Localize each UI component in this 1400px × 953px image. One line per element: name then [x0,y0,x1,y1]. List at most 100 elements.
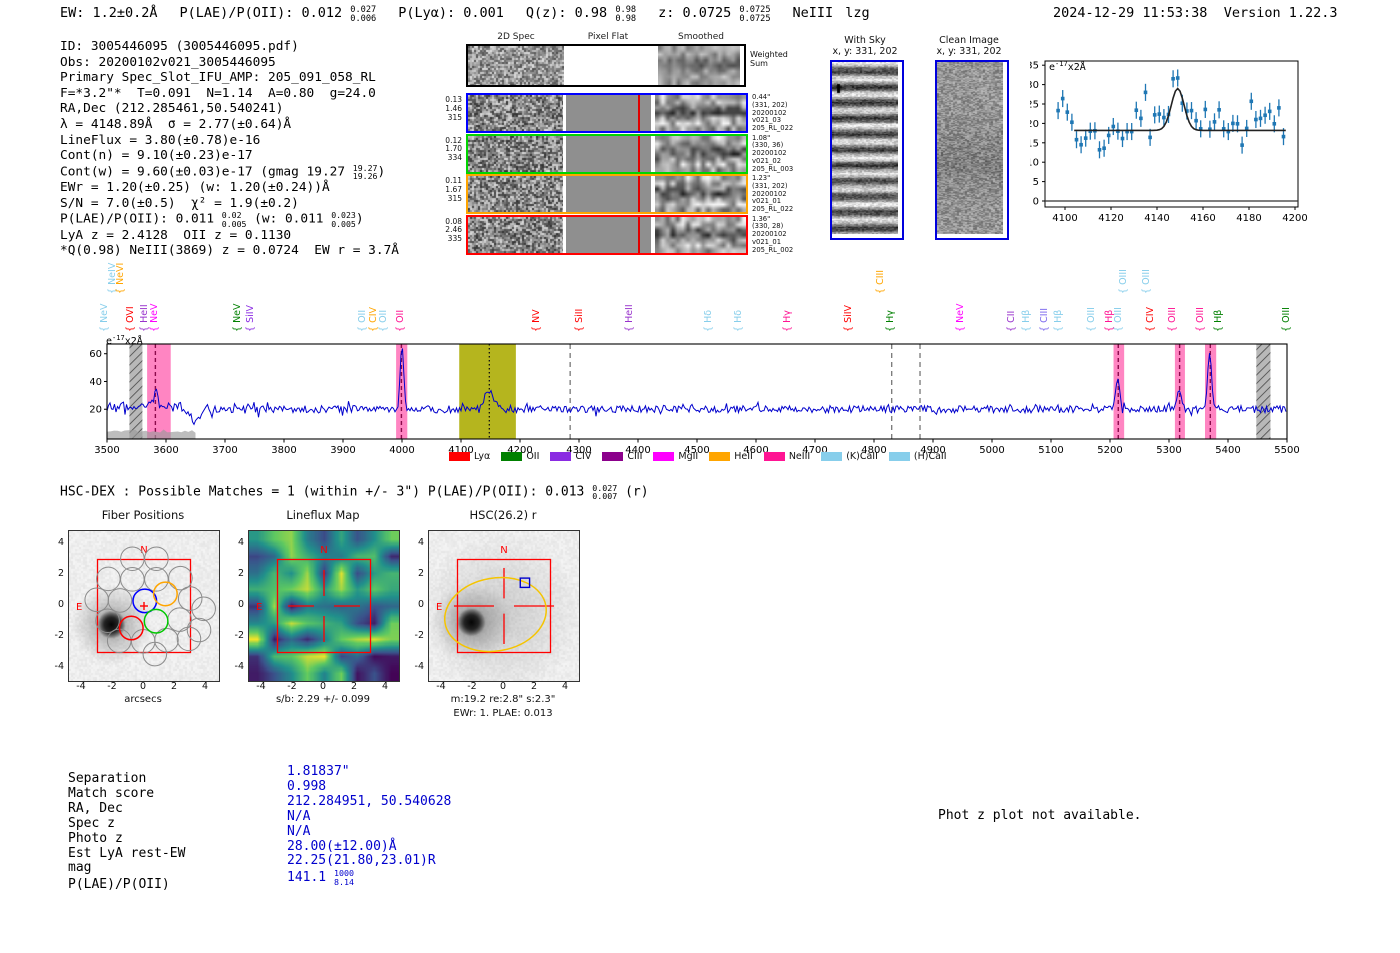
legend-item: NeIII [764,451,810,462]
cutout-xtick: -4 [253,681,269,692]
svg-text:5: 5 [1033,177,1039,188]
cutout-ytick: 4 [46,537,64,548]
legend-label: CIII [627,451,642,462]
legend-swatch [653,452,674,461]
legend-item: CIII [602,451,642,462]
spectrum-line-label: { OIII [1142,269,1152,294]
fit-plot-unit-label: e-17x2Å [1049,60,1086,73]
spec2d-row [466,134,748,174]
match-table-row: mag22.25(21.80,23.01)R [68,861,451,876]
info-line: S/N = 7.0(±0.5) χ² = 1.9(±0.2) [60,196,399,212]
spectrum-line-label: { SiIV [844,305,854,332]
cutout-xtick: 4 [197,681,213,692]
cutout-lineflux-map: NE [248,530,400,682]
svg-text:5100: 5100 [1038,445,1063,456]
spectrum-line-label: { NeV [150,303,160,332]
legend-item: OII [501,451,539,462]
spectrum-line-label: { NeV [100,303,110,332]
spec2d-row-stats: 0.121.70334 [432,137,462,163]
spectrum-line-label: { Hβ [1022,310,1032,332]
spectrum-line-label: { NeV [956,303,966,332]
cutout-caption-arcsecs: arcsecs [124,694,162,705]
match-table-row: Spec zN/A [68,817,451,832]
cutout-xtick: 4 [377,681,393,692]
cutout-ytick: 4 [226,537,244,548]
svg-text:N: N [320,545,327,556]
report-timestamp: 2024-12-29 11:53:38 Version 1.22.3 [1053,5,1338,21]
spectrum-line-label: { CIII [876,270,886,294]
spectrum-line-label: { OIII [1119,269,1129,294]
cutout-ytick: 2 [46,568,64,579]
spectrum-unit-label: e-17x2Å [106,334,143,347]
spectrum-line-label: { NeV [233,303,243,332]
cutout-xtick: -2 [284,681,300,692]
legend-swatch [889,452,910,461]
legend-label: Lyα [474,451,490,462]
legend-item: (H)CaII [889,451,947,462]
cutout-ytick: 2 [406,568,424,579]
legend-swatch [449,452,470,461]
svg-text:4140: 4140 [1144,213,1169,224]
svg-text:5400: 5400 [1215,445,1240,456]
svg-text:25: 25 [1030,100,1039,111]
legend-item: HeII [709,451,753,462]
clean-image [935,60,1009,240]
spectrum-line-label: { CIII [1040,308,1050,332]
svg-text:4000: 4000 [389,445,414,456]
main-spectrum-plot: 2040603500360037003800390040004100420043… [90,336,1320,466]
svg-text:N: N [500,545,507,556]
info-line: ID: 3005446095 (3005446095.pdf) [60,39,399,55]
spectrum-line-label: { OIII [1114,307,1124,332]
legend-swatch [550,452,571,461]
spec2d-row-stats: 0.082.46335 [432,218,462,244]
info-line: RA,Dec (212.285461,50.540241) [60,101,399,117]
spectrum-line-label: { Hγ [783,310,793,332]
cutout-xtick: 4 [557,681,573,692]
spectrum-line-label: { SiIV [246,305,256,332]
svg-text:E: E [436,602,442,613]
svg-text:30: 30 [1030,80,1039,91]
cutout-ytick: -2 [226,630,244,641]
cutout-caption-mag: m:19.2 re:2.8" s:2.3" [451,694,556,705]
fiber-positions-overlay: NE [69,531,219,681]
svg-text:E: E [256,602,262,613]
spectrum-line-label: { CIV [1146,307,1156,332]
svg-text:20: 20 [90,405,102,416]
pixel-flat-segment [566,217,651,253]
spectrum-line-label: { CII [1007,311,1017,332]
cutout-xtick: 0 [315,681,331,692]
svg-text:20: 20 [1030,119,1039,130]
svg-text:5500: 5500 [1274,445,1299,456]
info-line: Cont(w) = 9.60(±0.03)e-17 (gmag 19.27 19… [60,164,399,180]
legend-item: (K)CaII [821,451,878,462]
spectrum-line-label: { Hβ [1214,310,1224,332]
cutout-xtick: 0 [135,681,151,692]
svg-text:60: 60 [90,349,102,360]
ew-value: EW: 1.2±0.2Å [60,5,158,21]
spectrum-line-label: { OII [358,310,368,332]
cutout-ytick: -2 [46,630,64,641]
spec2d-col-header: Pixel Flat [588,32,628,42]
info-line: LineFlux = 3.80(±0.78)e-16 [60,133,399,149]
info-line: F=*3.2"* T=0.091 N=1.14 A=0.80 g=24.0 [60,86,399,102]
legend-label: OII [526,451,539,462]
info-line: Cont(n) = 9.10(±0.23)e-17 [60,148,399,164]
spec2d-row-stats: 0.111.67315 [432,177,462,203]
clean-image-title: Clean Imagex, y: 331, 202 [936,35,1001,57]
cutout-ytick: -4 [226,661,244,672]
elixer-report-page: EW: 1.2±0.2ÅP(LAE)/P(OII): 0.012 0.0270.… [0,0,1400,953]
legend-label: (K)CaII [846,451,878,462]
lineflux-map-overlay: NE [249,531,399,681]
svg-text:3900: 3900 [330,445,355,456]
cutout-xtick: -4 [73,681,89,692]
spectrum-line-label: { OII [396,310,406,332]
qz-value: Q(z): 0.98 0.980.98 [526,5,636,21]
spectrum-line-label: { OIII [1168,307,1178,332]
svg-text:5300: 5300 [1156,445,1181,456]
match-table-row: P(LAE)/P(OII)141.1 10008.14 [68,876,451,893]
spec2d-row [466,93,748,133]
info-line: Obs: 20200102v021_3005446095 [60,55,399,71]
svg-text:10: 10 [1030,158,1039,169]
photz-note: Phot z plot not available. [938,808,1142,823]
cutout-ytick: 2 [226,568,244,579]
